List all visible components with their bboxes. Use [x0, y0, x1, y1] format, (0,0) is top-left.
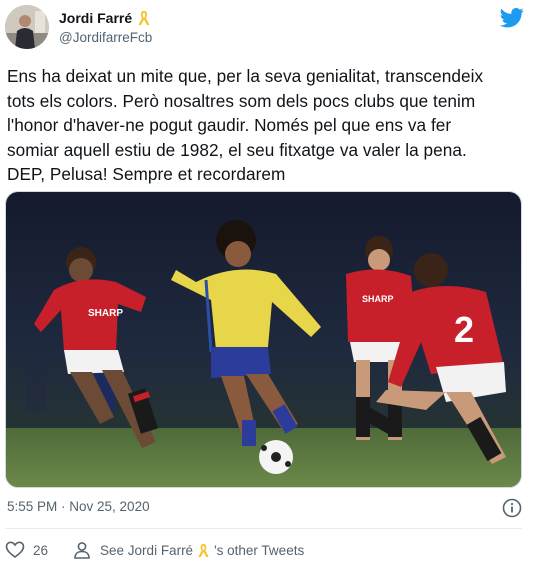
- like-count[interactable]: 26: [33, 543, 48, 558]
- yellow-ribbon-icon: [137, 10, 151, 26]
- tweet-timestamp[interactable]: 5:55 PM · Nov 25, 2020: [7, 499, 150, 514]
- author-name[interactable]: Jordi Farré: [59, 10, 132, 26]
- author-handle[interactable]: @JordifarreFcb: [59, 30, 152, 45]
- sponsor-label: SHARP: [362, 294, 394, 304]
- yellow-ribbon-icon: [197, 543, 210, 558]
- tweet-text-line: DEP, Pelusa! Sempre et recordarem: [7, 164, 286, 184]
- avatar[interactable]: [5, 5, 49, 49]
- tweet-text-line: tots els colors. Però nosaltres som dels…: [7, 90, 476, 111]
- author-name-row[interactable]: Jordi Farré: [59, 10, 151, 26]
- tweet-text-line: somiar aquell estiu de 1982, el seu fitx…: [7, 139, 467, 160]
- shirt-number: 2: [454, 309, 474, 350]
- sponsor-label: SHARP: [88, 308, 123, 319]
- person-icon[interactable]: [72, 540, 92, 560]
- see-other-tweets-link[interactable]: See Jordi Farré 's other Tweets: [100, 543, 304, 558]
- see-other-tweets-suffix: 's other Tweets: [214, 542, 305, 558]
- tweet-photo[interactable]: SHARP SHARP 2: [5, 191, 522, 488]
- tweet-text-line: Ens ha deixat un mite que, per la seva g…: [7, 66, 484, 86]
- football-match-photo: SHARP SHARP 2: [6, 192, 521, 487]
- tweet-header: Jordi Farré @JordifarreFcb: [5, 5, 527, 51]
- heart-icon[interactable]: [5, 540, 25, 560]
- tweet-text-line: l'honor d'haver-ne pogut gaudir. Només p…: [7, 115, 452, 135]
- tweet-card: Jordi Farré @JordifarreFcb Ens ha deixat…: [0, 0, 533, 564]
- twitter-bird-icon[interactable]: [499, 8, 524, 28]
- info-icon[interactable]: [502, 498, 522, 518]
- tweet-text: Ens ha deixat un mite que, per la seva g…: [7, 64, 527, 187]
- football: [259, 440, 293, 474]
- divider: [5, 528, 522, 529]
- see-other-tweets-prefix: See Jordi Farré: [100, 542, 194, 558]
- tweet-footer: 26 See Jordi Farré 's other Tweets: [5, 537, 525, 563]
